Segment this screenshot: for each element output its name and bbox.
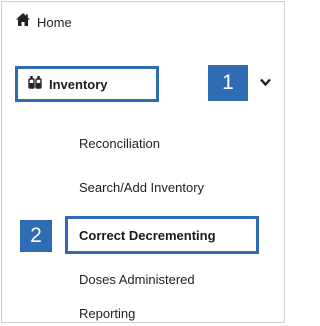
nav-item-inventory-label: Inventory [49, 76, 108, 92]
subnav-item-reporting[interactable]: Reporting [79, 306, 135, 321]
bottles-icon [28, 75, 42, 94]
chevron-down-icon[interactable] [260, 74, 271, 92]
subnav-item-reconciliation[interactable]: Reconciliation [79, 136, 160, 151]
step-1-badge: 1 [208, 65, 248, 101]
subnav-item-correct-decrementing[interactable]: Correct Decrementing [65, 216, 259, 254]
subnav-item-doses-administered[interactable]: Doses Administered [79, 272, 195, 287]
nav-item-home-label: Home [37, 14, 72, 30]
step-2-badge: 2 [20, 220, 52, 252]
nav-item-home[interactable]: Home [16, 13, 72, 31]
sidebar-nav-panel: Home Inventory 1 Reconciliation Search/A… [1, 1, 285, 323]
home-icon [16, 13, 30, 31]
subnav-item-search-add-inventory[interactable]: Search/Add Inventory [79, 180, 204, 195]
nav-item-inventory[interactable]: Inventory [15, 66, 159, 102]
